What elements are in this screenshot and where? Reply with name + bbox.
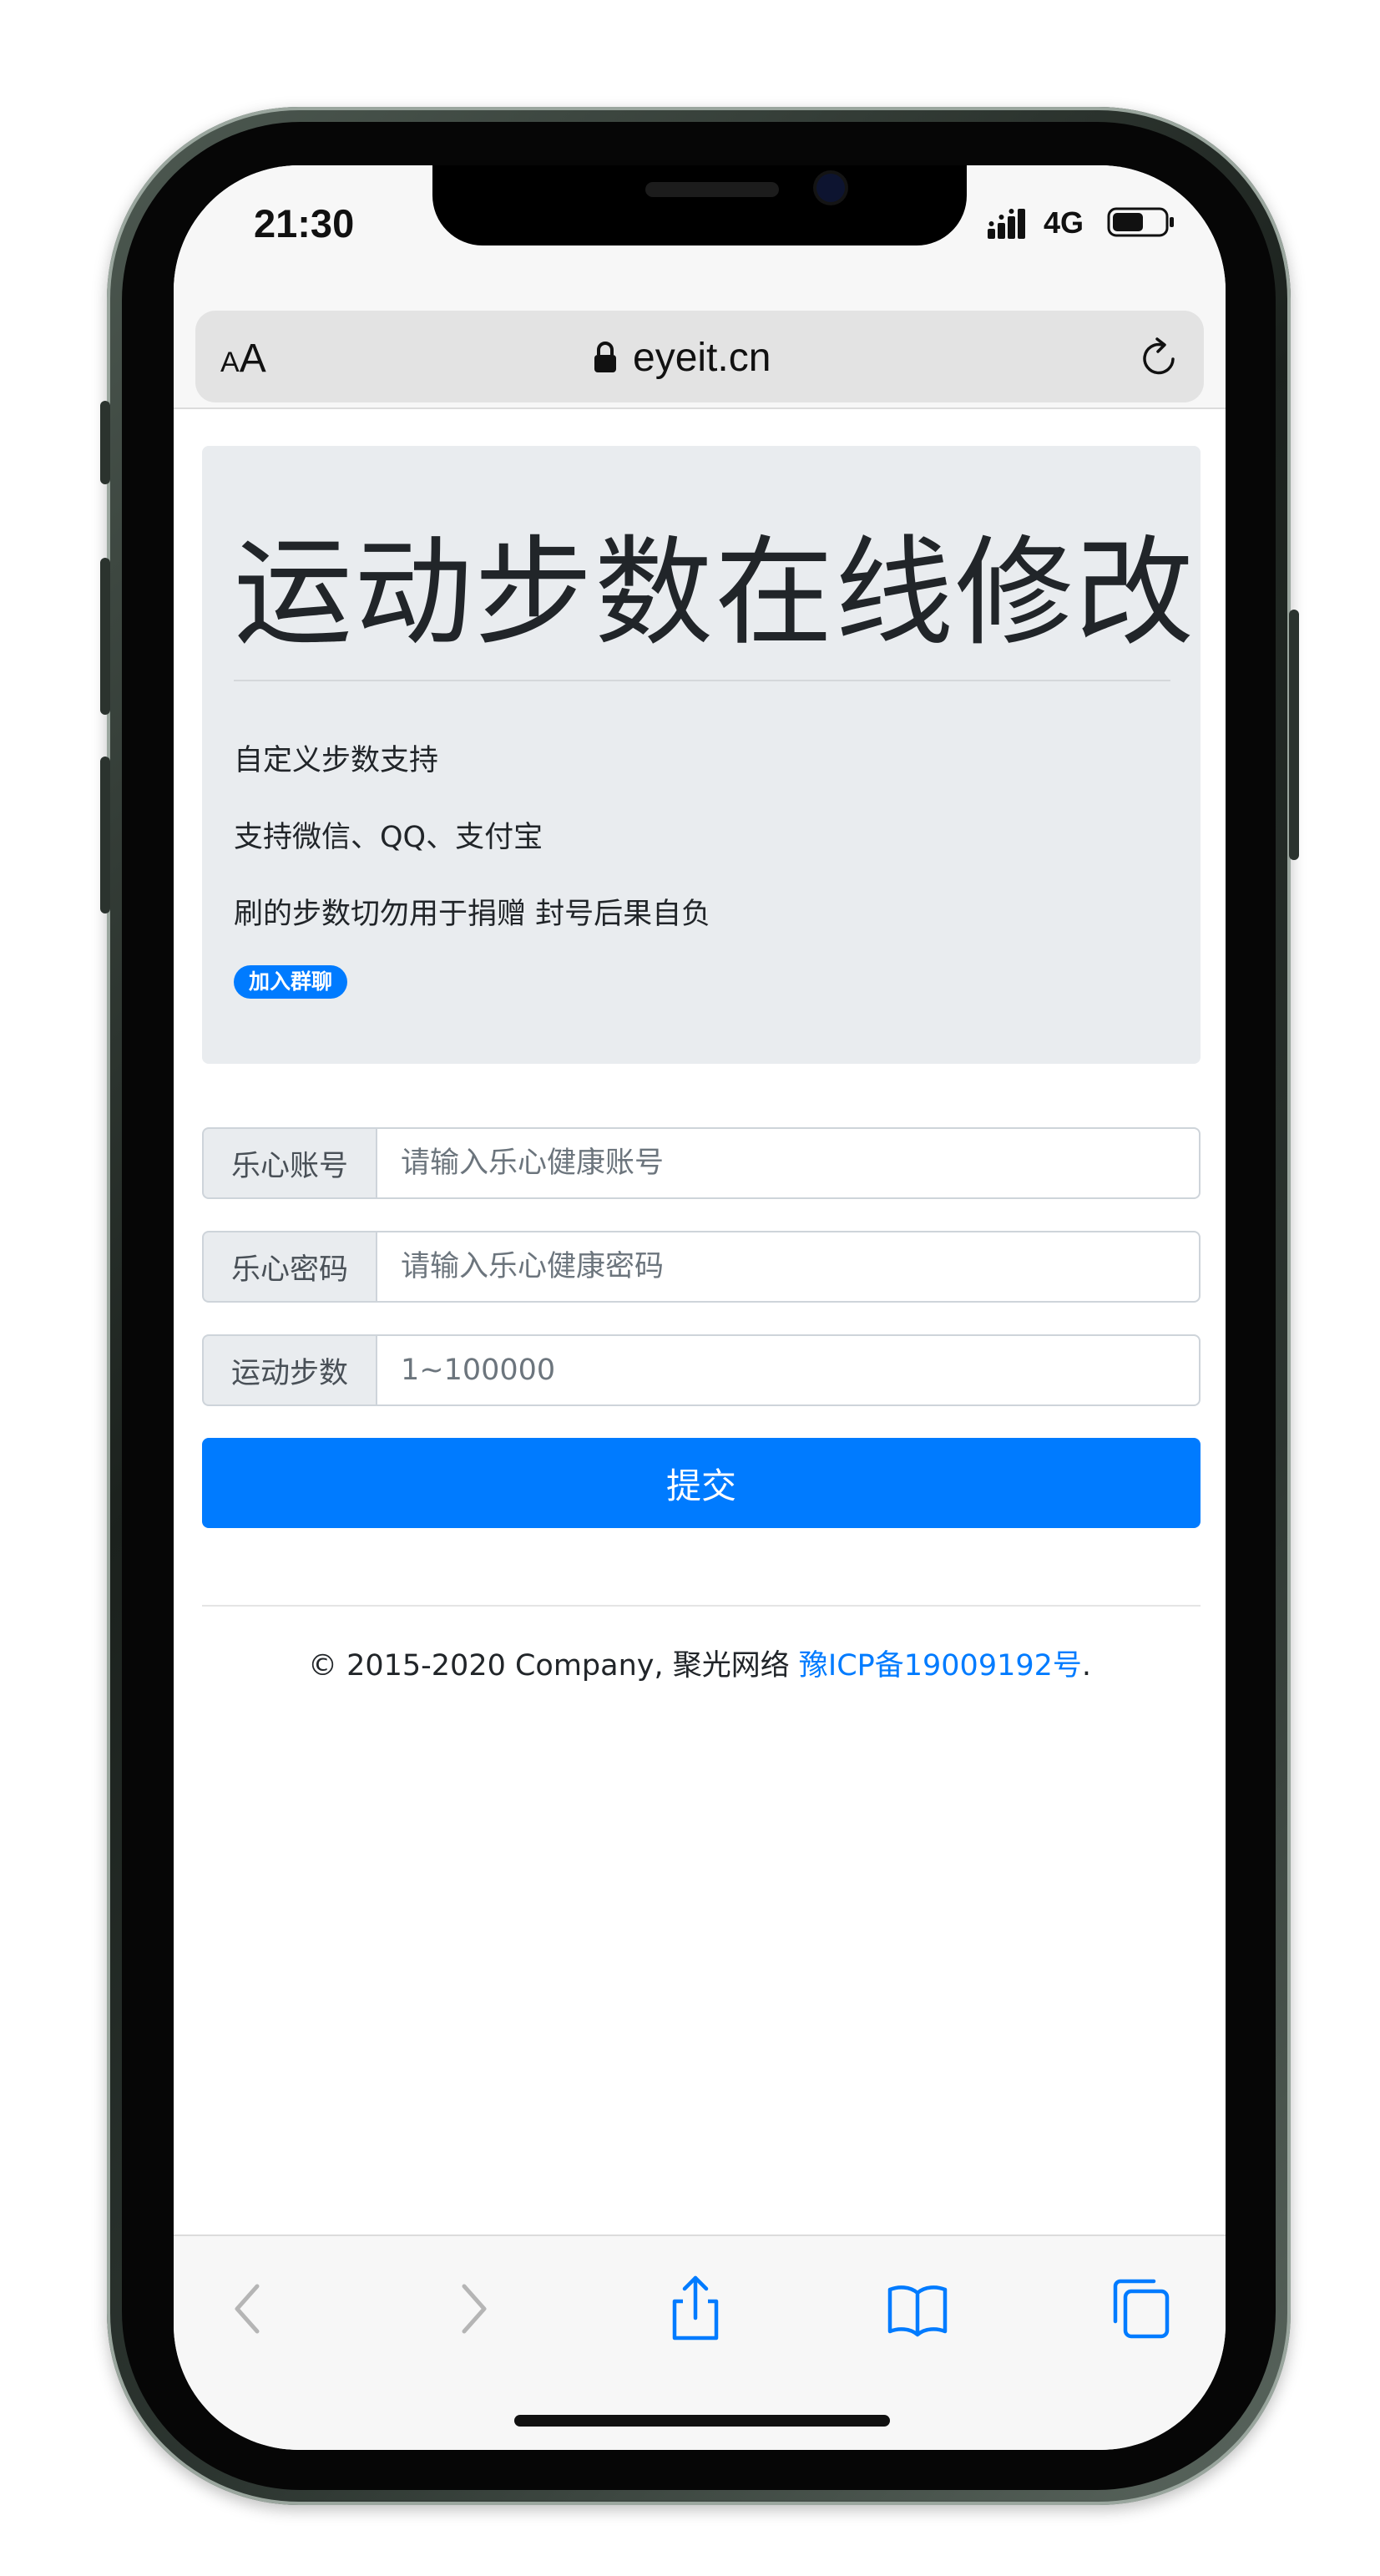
feature-custom-steps: 自定义步数支持 <box>234 744 439 777</box>
volume-down-button <box>100 757 110 913</box>
forward-icon[interactable] <box>434 2271 509 2346</box>
steps-input[interactable] <box>376 1334 1201 1406</box>
home-indicator[interactable] <box>514 2415 890 2427</box>
lock-icon <box>594 342 616 372</box>
browser-address-area: AA eyeit.cn <box>174 291 1226 409</box>
reload-icon[interactable] <box>1137 336 1182 381</box>
url-display[interactable]: eyeit.cn <box>593 334 771 381</box>
footer-divider <box>202 1605 1201 1607</box>
network-type: 4G <box>1044 205 1084 240</box>
text-size-small-glyph: A <box>220 347 240 378</box>
address-bar[interactable]: AA eyeit.cn <box>195 311 1204 402</box>
feature-platforms: 支持微信、QQ、支付宝 <box>234 821 543 854</box>
status-time: 21:30 <box>254 201 355 245</box>
footer-period: . <box>1081 1649 1092 1683</box>
join-group-badge[interactable]: 加入群聊 <box>234 965 348 999</box>
power-button <box>1289 610 1299 860</box>
share-icon[interactable] <box>658 2271 733 2346</box>
account-input-group: 乐心账号 <box>202 1127 1201 1199</box>
silent-switch <box>100 401 110 484</box>
back-icon[interactable] <box>212 2271 287 2346</box>
hero-divider <box>234 680 1170 681</box>
hero-panel: 运动步数在线修改 自定义步数支持 支持微信、QQ、支付宝 刷的步数切勿用于捐赠 … <box>202 446 1201 1064</box>
battery-icon <box>1107 207 1174 237</box>
phone-screen: 21:30 4G AA eyeit.cn 运动步数在线修改 自定义步数支持 支持… <box>174 165 1226 2450</box>
steps-label: 运动步数 <box>202 1334 376 1406</box>
text-size-button[interactable]: AA <box>220 336 266 382</box>
icp-license-link[interactable]: 豫ICP备19009192号 <box>799 1649 1082 1683</box>
speaker-grille <box>645 182 779 197</box>
status-bar: 21:30 4G <box>174 165 1226 291</box>
page-title: 运动步数在线修改 <box>234 524 1195 662</box>
footer: © 2015-2020 Company, 聚光网络 豫ICP备19009192号… <box>174 1642 1226 1684</box>
account-input[interactable] <box>376 1127 1201 1199</box>
feature-warning: 刷的步数切勿用于捐赠 封号后果自负 <box>234 898 711 931</box>
notch <box>432 165 967 245</box>
signal-icon <box>988 209 1025 239</box>
account-label: 乐心账号 <box>202 1127 376 1199</box>
text-size-large-glyph: A <box>239 337 266 381</box>
volume-up-button <box>100 558 110 715</box>
password-label: 乐心密码 <box>202 1231 376 1303</box>
bookmarks-icon[interactable] <box>880 2271 955 2346</box>
steps-input-group: 运动步数 <box>202 1334 1201 1406</box>
password-input-group: 乐心密码 <box>202 1231 1201 1303</box>
url-text: eyeit.cn <box>633 335 771 380</box>
front-camera <box>816 174 845 202</box>
submit-button[interactable]: 提交 <box>202 1438 1201 1528</box>
footer-copyright: © 2015-2020 Company, 聚光网络 <box>307 1649 799 1683</box>
password-input[interactable] <box>376 1231 1201 1303</box>
tabs-icon[interactable] <box>1102 2271 1177 2346</box>
